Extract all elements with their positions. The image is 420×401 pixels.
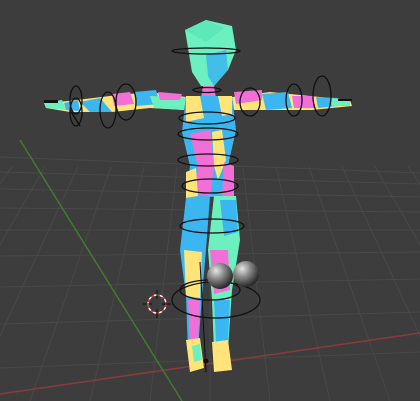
grid-line (341, 166, 420, 338)
grid-line (0, 166, 13, 185)
grid-line (0, 166, 46, 246)
pole-dot (203, 358, 209, 364)
grid-line (407, 166, 420, 185)
grid-line (89, 166, 145, 401)
right-arm (232, 90, 352, 110)
grid-line (275, 166, 331, 401)
y-axis-line (19, 139, 183, 401)
torso (182, 96, 236, 198)
grid-line (374, 166, 420, 246)
3d-viewport[interactable] (0, 0, 420, 401)
grid-line (308, 166, 391, 401)
sphere-right[interactable] (233, 261, 259, 287)
viewport-canvas[interactable] (0, 0, 420, 401)
bone-ring-wrist-r[interactable] (312, 75, 332, 117)
character-mesh[interactable] (44, 20, 352, 372)
grid-line (29, 166, 112, 401)
3d-cursor-icon[interactable] (143, 290, 171, 318)
sphere-left[interactable] (207, 263, 233, 289)
